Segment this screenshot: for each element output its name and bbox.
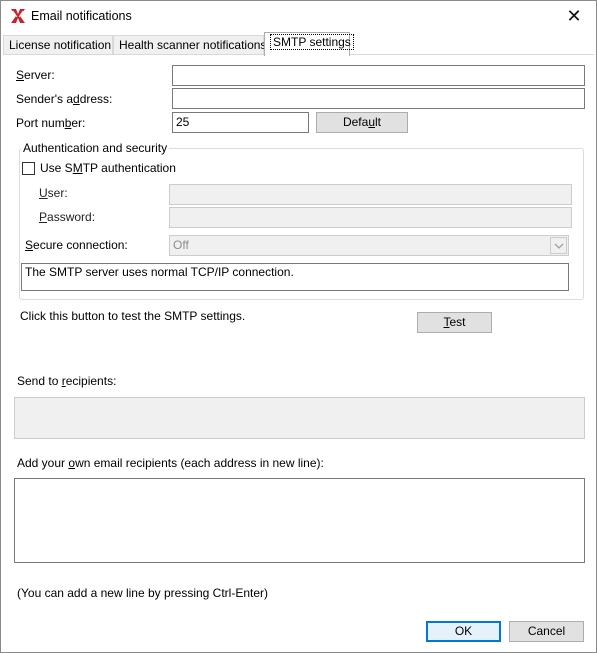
recipients-list[interactable] xyxy=(14,397,585,439)
app-logo-icon xyxy=(11,9,25,23)
port-number-label: Port number: xyxy=(16,116,86,130)
use-smtp-authentication-label[interactable]: Use SMTP authentication xyxy=(40,161,176,175)
secure-connection-select[interactable]: Off xyxy=(169,235,569,256)
ctrl-enter-hint: (You can add a new line by pressing Ctrl… xyxy=(17,586,269,600)
authentication-group-title: Authentication and security xyxy=(21,141,170,155)
email-notifications-dialog: Email notifications ✕ License notificati… xyxy=(0,0,597,653)
tab-label: Health scanner notifications xyxy=(119,38,267,52)
use-smtp-authentication-checkbox[interactable] xyxy=(22,162,35,175)
user-input[interactable] xyxy=(169,184,572,205)
tab-health-scanner-notifications[interactable]: Health scanner notifications xyxy=(113,35,267,55)
ok-button[interactable]: OK xyxy=(426,621,501,642)
secure-connection-label: Secure connection: xyxy=(25,238,128,252)
cancel-button[interactable]: Cancel xyxy=(509,621,584,642)
test-hint-text: Click this button to test the SMTP setti… xyxy=(20,309,246,323)
password-label: Password: xyxy=(39,210,96,224)
tab-license-notification[interactable]: License notification xyxy=(3,35,113,55)
own-recipients-textarea[interactable] xyxy=(14,478,585,563)
own-recipients-label: Add your own email recipients (each addr… xyxy=(17,456,324,470)
title-bar: Email notifications ✕ xyxy=(1,1,596,31)
default-button[interactable]: Default xyxy=(316,112,408,133)
connection-info-box: The SMTP server uses normal TCP/IP conne… xyxy=(21,263,569,291)
tab-smtp-settings[interactable]: SMTP settings xyxy=(264,32,354,56)
sender-address-input[interactable] xyxy=(172,88,585,109)
close-button[interactable]: ✕ xyxy=(552,1,596,31)
secure-connection-value: Off xyxy=(173,238,189,252)
user-label: User: xyxy=(39,186,68,200)
test-button[interactable]: Test xyxy=(417,312,492,333)
send-to-recipients-label: Send to recipients: xyxy=(17,374,117,388)
port-number-input[interactable]: 25 xyxy=(172,112,309,133)
chevron-down-icon[interactable] xyxy=(550,237,567,254)
sender-address-label: Sender's address: xyxy=(16,92,113,106)
close-icon: ✕ xyxy=(566,6,582,26)
password-input[interactable] xyxy=(169,207,572,228)
tab-label: License notification xyxy=(9,38,112,52)
window-title: Email notifications xyxy=(31,9,132,23)
server-input[interactable] xyxy=(172,65,585,86)
tab-label: SMTP settings xyxy=(270,34,354,50)
server-label: Server: xyxy=(16,68,55,82)
